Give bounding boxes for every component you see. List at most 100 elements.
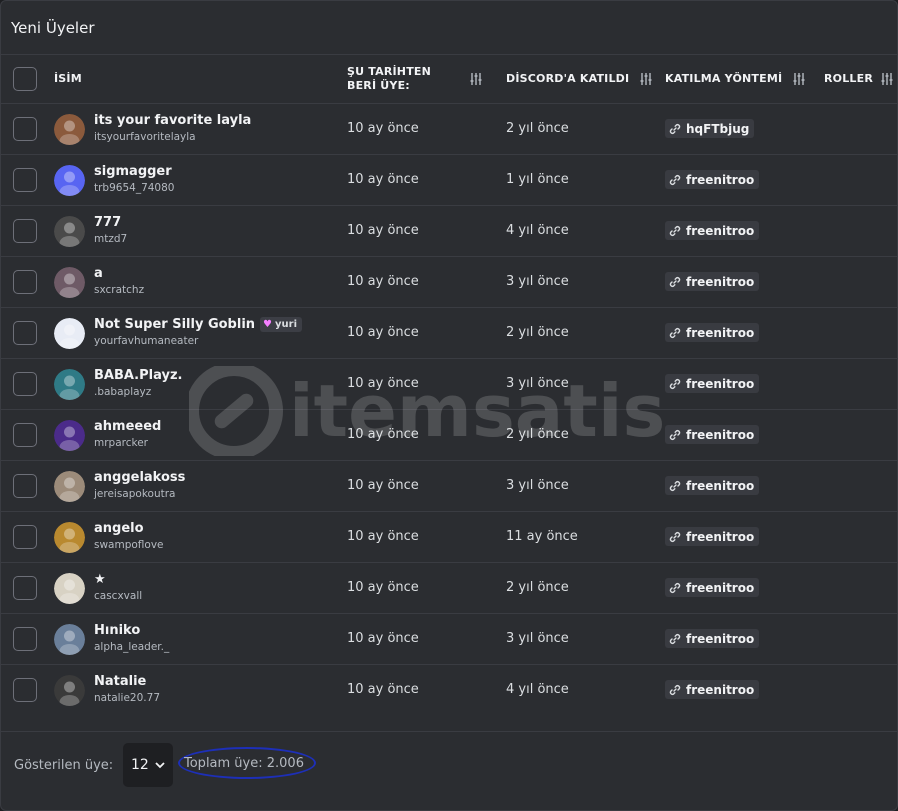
row-checkbox[interactable] [13,678,37,702]
member-username: .babaplayz [94,386,152,398]
member-display-name[interactable]: its your favorite layla [94,113,251,128]
link-icon [669,531,681,542]
member-display-name[interactable]: Natalie [94,674,146,689]
table-row[interactable]: ahmeeed mrparcker 10 ay önce 2 yıl önce free… [1,409,897,460]
page-size-select[interactable]: 12 [123,743,173,787]
table-row[interactable]: angelo swampoflove 10 ay önce 11 ay önce fre… [1,511,897,562]
member-username: yourfavhumaneater [94,335,199,347]
row-checkbox[interactable] [13,321,37,345]
member-username: mtzd7 [94,233,128,245]
member-username: swampoflove [94,539,164,551]
row-checkbox[interactable] [13,525,37,549]
avatar[interactable] [54,369,85,400]
avatar[interactable] [54,318,85,349]
row-checkbox[interactable] [13,219,37,243]
table-row[interactable]: ★ cascxvall 10 ay önce 2 yıl önce freenitroo [1,562,897,613]
row-checkbox[interactable] [13,576,37,600]
invite-code-badge[interactable]: freenitroo [665,527,760,546]
invite-code-badge[interactable]: freenitroo [665,680,760,699]
invite-code-badge[interactable]: hqFTbjug [665,119,755,138]
avatar[interactable] [54,471,85,502]
row-checkbox[interactable] [13,117,37,141]
member-display-name[interactable]: a [94,266,103,281]
table-header: İSİM ŞU TARİHTEN BERİ ÜYE: DİSCORD'A KAT… [1,55,897,103]
column-header-method[interactable]: KATILMA YÖNTEMİ [665,55,806,103]
member-since: 10 ay önce [347,580,419,595]
avatar[interactable] [54,522,85,553]
table-row[interactable]: anggelakoss jereisapokoutra 10 ay önce 3 yı… [1,460,897,511]
invite-code-badge[interactable]: freenitroo [665,425,760,444]
discord-joined: 3 yıl önce [506,631,569,646]
link-icon [669,633,681,644]
member-since: 10 ay önce [347,376,419,391]
avatar[interactable] [54,114,85,145]
link-icon [669,225,681,236]
discord-joined: 3 yıl önce [506,274,569,289]
server-tag[interactable]: ♥ yuri [260,317,303,332]
member-display-name[interactable]: 777 [94,215,121,230]
member-display-name[interactable]: sigmagger [94,164,172,179]
column-header-roles[interactable]: ROLLER [824,55,894,103]
row-checkbox[interactable] [13,627,37,651]
avatar[interactable] [54,267,85,298]
filter-icon[interactable] [880,72,894,86]
invite-code-badge[interactable]: freenitroo [665,374,760,393]
column-header-since[interactable]: ŞU TARİHTEN BERİ ÜYE: [347,55,487,103]
member-username: jereisapokoutra [94,488,176,500]
filter-icon[interactable] [792,72,806,86]
divider [1,731,897,732]
discord-joined: 2 yıl önce [506,427,569,442]
invite-code-badge[interactable]: freenitroo [665,323,760,342]
invite-code-badge[interactable]: freenitroo [665,170,760,189]
row-checkbox[interactable] [13,372,37,396]
link-icon [669,480,681,491]
member-since: 10 ay önce [347,529,419,544]
invite-code-badge[interactable]: freenitroo [665,221,760,240]
table-row[interactable]: Hıniko alpha_leader._ 10 ay önce 3 yıl önce… [1,613,897,664]
discord-joined: 2 yıl önce [506,325,569,340]
invite-code-badge[interactable]: freenitroo [665,629,760,648]
table-row[interactable]: a sxcratchz 10 ay önce 3 yıl önce freenitroo [1,256,897,307]
table-row[interactable]: Natalie natalie20.77 10 ay önce 4 yıl önce f… [1,664,897,715]
avatar[interactable] [54,675,85,706]
table-row[interactable]: Not Super Silly Goblin ♥ yuri yourfavhumane… [1,307,897,358]
table-row[interactable]: 777 mtzd7 10 ay önce 4 yıl önce freenitroo [1,205,897,256]
avatar[interactable] [54,216,85,247]
filter-icon[interactable] [639,72,653,86]
column-header-joined[interactable]: DİSCORD'A KATILDI [506,55,653,103]
member-display-name[interactable]: ahmeeed [94,419,161,434]
table-row[interactable]: its your favorite layla itsyourfavoritela… [1,103,897,154]
table-row[interactable]: sigmagger trb9654_74080 10 ay önce 1 yıl ön… [1,154,897,205]
member-display-name[interactable]: Not Super Silly Goblin ♥ yuri [94,317,303,332]
invite-code-badge[interactable]: freenitroo [665,476,760,495]
link-icon [669,378,681,389]
row-checkbox[interactable] [13,270,37,294]
panel-title: Yeni Üyeler [11,19,95,37]
avatar[interactable] [54,165,85,196]
discord-joined: 3 yıl önce [506,376,569,391]
discord-joined: 4 yıl önce [506,682,569,697]
link-icon [669,582,681,593]
link-icon [669,123,681,134]
row-checkbox[interactable] [13,423,37,447]
member-display-name[interactable]: angelo [94,521,144,536]
table-row[interactable]: BABA.Playz. .babaplayz 10 ay önce 3 yıl önc… [1,358,897,409]
member-display-name[interactable]: BABA.Playz. [94,368,182,383]
member-since: 10 ay önce [347,631,419,646]
select-all-checkbox[interactable] [13,67,37,91]
avatar[interactable] [54,624,85,655]
invite-code-badge[interactable]: freenitroo [665,578,760,597]
filter-icon[interactable] [469,72,483,86]
row-checkbox[interactable] [13,168,37,192]
member-username: natalie20.77 [94,692,160,704]
link-icon [669,174,681,185]
member-display-name[interactable]: ★ [94,572,106,587]
member-display-name[interactable]: Hıniko [94,623,140,638]
avatar[interactable] [54,420,85,451]
avatar[interactable] [54,573,85,604]
invite-code-badge[interactable]: freenitroo [665,272,760,291]
member-display-name[interactable]: anggelakoss [94,470,185,485]
row-checkbox[interactable] [13,474,37,498]
heart-icon: ♥ [263,319,273,330]
member-username: cascxvall [94,590,143,602]
